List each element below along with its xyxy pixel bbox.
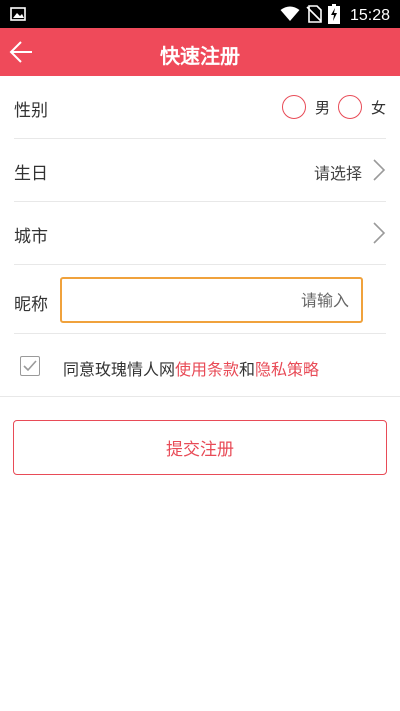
chevron-right-icon[interactable] — [372, 159, 386, 181]
gender-female-label: 女 — [370, 98, 386, 117]
page-title: 快速注册 — [160, 44, 240, 68]
agreement-text: 同意玫瑰情人网使用条款和隐私策略 — [63, 356, 319, 380]
gender-row: 性别 男 女 — [0, 76, 400, 139]
gender-male-label: 男 — [314, 98, 330, 117]
battery-charging-icon — [327, 4, 340, 28]
city-label: 城市 — [14, 227, 48, 247]
terms-link[interactable]: 使用条款 — [175, 360, 239, 379]
gender-male-radio[interactable] — [281, 95, 306, 119]
privacy-link[interactable]: 隐私策略 — [255, 360, 319, 379]
no-sim-icon — [306, 5, 322, 27]
birthday-value[interactable]: 请选择 — [314, 160, 362, 184]
city-row[interactable]: 城市 — [0, 202, 400, 265]
birthday-row[interactable]: 生日 请选择 — [0, 139, 400, 202]
checkmark-icon — [23, 360, 37, 372]
nickname-row: 昵称 — [0, 265, 400, 334]
agreement-connector: 和 — [239, 360, 256, 379]
nickname-label: 昵称 — [14, 295, 48, 315]
nickname-input[interactable] — [60, 277, 363, 323]
status-time: 15:28 — [349, 7, 390, 24]
gender-female-radio[interactable] — [337, 95, 362, 119]
status-bar: 15:28 — [0, 0, 400, 28]
divider — [0, 396, 400, 397]
title-bar: 快速注册 — [0, 28, 400, 76]
agreement-prefix: 同意玫瑰情人网 — [63, 360, 176, 379]
chevron-right-icon[interactable] — [372, 222, 386, 244]
gender-options: 男 女 — [281, 95, 386, 119]
submit-button[interactable]: 提交注册 — [13, 420, 387, 475]
birthday-label: 生日 — [14, 164, 48, 184]
image-notification-icon — [10, 6, 26, 25]
gender-label: 性别 — [14, 101, 48, 121]
agreement-checkbox[interactable] — [20, 356, 40, 376]
agreement-row: 同意玫瑰情人网使用条款和隐私策略 — [0, 334, 400, 397]
wifi-icon — [280, 6, 300, 26]
